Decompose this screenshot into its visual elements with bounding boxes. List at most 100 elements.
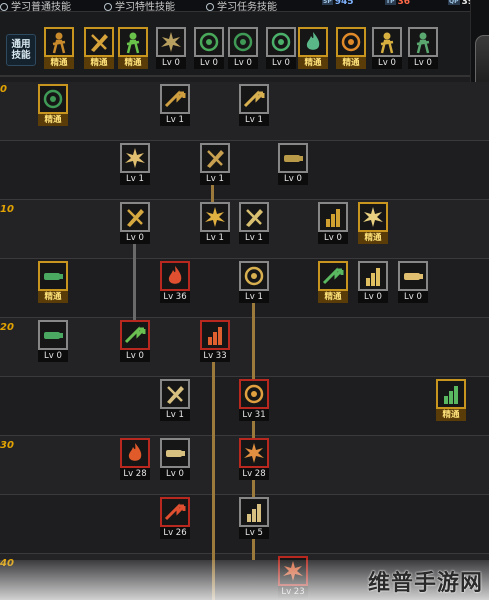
tree-connector [133, 232, 136, 322]
pistol-skill[interactable]: Lv 0 [38, 320, 68, 362]
skill-icon-frame [372, 27, 402, 57]
skill-level-caption: Lv 33 [200, 350, 230, 362]
tree-icon [360, 204, 386, 230]
boot-skill[interactable]: Lv 0 [398, 261, 428, 303]
cross-slash-skill[interactable]: Lv 0 [120, 202, 150, 244]
tab-quest-skills[interactable]: 学习任务技能 [206, 0, 277, 11]
skill-level-caption: 精通 [84, 57, 114, 69]
skill-level-caption: Lv 36 [160, 291, 190, 303]
common-skill-slot[interactable]: Lv 0 [408, 27, 438, 69]
skill-level-caption: Lv 0 [278, 173, 308, 185]
skill-icon-frame [84, 27, 114, 57]
spread-icon [162, 381, 188, 407]
common-skill-slot[interactable]: Lv 0 [228, 27, 258, 69]
common-skill-slot[interactable]: 精通 [298, 27, 328, 69]
common-skill-slot[interactable]: 精通 [336, 27, 366, 69]
blast-icon [241, 440, 267, 466]
shell-skill[interactable]: Lv 0 [120, 320, 150, 362]
common-skill-slot[interactable]: Lv 0 [372, 27, 402, 69]
blast-skill[interactable]: Lv 28 [239, 438, 269, 480]
spear-icon [202, 145, 228, 171]
swirl-skill[interactable]: 精通 [38, 84, 68, 126]
skill-level-caption: 精通 [436, 409, 466, 421]
skill-icon-frame [239, 202, 269, 232]
fortress-icon [202, 322, 228, 348]
skill-icon-frame [160, 497, 190, 527]
flare-icon [202, 204, 228, 230]
drill-icon [162, 499, 188, 525]
spirit-icon [300, 29, 326, 55]
drill-skill[interactable]: Lv 26 [160, 497, 190, 539]
common-skill-slot[interactable]: 精通 [118, 27, 148, 69]
skill-level-caption: 精通 [38, 291, 68, 303]
skill-level-caption: Lv 0 [408, 57, 438, 69]
skill-level-caption: 精通 [298, 57, 328, 69]
tab-normal-skills[interactable]: 学习普通技能 [0, 0, 71, 11]
figure-icon [268, 29, 294, 55]
skill-icon-frame [156, 27, 186, 57]
skill-icon-frame [298, 27, 328, 57]
spread-skill[interactable]: Lv 1 [160, 379, 190, 421]
kick-skill[interactable]: Lv 1 [239, 84, 269, 126]
skill-icon-frame [408, 27, 438, 57]
cannon-icon [280, 145, 306, 171]
skill-icon-frame [239, 84, 269, 114]
bomb-skill[interactable]: Lv 31 [239, 379, 269, 421]
skill-level-caption: Lv 0 [38, 350, 68, 362]
skill-level-caption: Lv 1 [200, 173, 230, 185]
stack-skill[interactable]: 精通 [436, 379, 466, 421]
satellite-skill[interactable]: Lv 5 [239, 497, 269, 539]
missile-skill[interactable]: Lv 0 [160, 438, 190, 480]
skill-level-caption: Lv 1 [160, 409, 190, 421]
skill-level-caption: Lv 1 [239, 232, 269, 244]
fortress-skill[interactable]: Lv 33 [200, 320, 230, 362]
tree-row: 20 [0, 318, 489, 377]
skill-level-caption: Lv 1 [239, 291, 269, 303]
uppercut-skill[interactable]: Lv 1 [160, 84, 190, 126]
skill-level-caption: Lv 28 [120, 468, 150, 480]
cannon-skill[interactable]: Lv 0 [278, 143, 308, 185]
blade-icon [86, 29, 112, 55]
crosshair-icon [230, 29, 256, 55]
grenade-skill[interactable]: Lv 1 [239, 261, 269, 303]
skill-icon-frame [38, 261, 68, 291]
gun-skill[interactable]: 精通 [38, 261, 68, 303]
rocket-skill[interactable]: Lv 36 [160, 261, 190, 303]
skill-level-caption: 精通 [118, 57, 148, 69]
common-skill-slot[interactable]: Lv 0 [266, 27, 296, 69]
banner-skill[interactable]: Lv 0 [358, 261, 388, 303]
spiral-icon [338, 29, 364, 55]
common-skill-slot[interactable]: 精通 [84, 27, 114, 69]
common-skills-bar: 通用技能 精通 精通 精通 Lv 0 Lv 0 Lv 0 Lv 0 精通 精通 … [0, 12, 470, 77]
skill-icon-frame [266, 27, 296, 57]
flare-skill[interactable]: Lv 1 [200, 202, 230, 244]
common-skill-slot[interactable]: Lv 0 [156, 27, 186, 69]
level-label: 10 [0, 204, 14, 215]
skill-icon-frame [228, 27, 258, 57]
skill-icon-frame [120, 438, 150, 468]
skill-icon-frame [118, 27, 148, 57]
spear-skill[interactable]: Lv 1 [200, 143, 230, 185]
turret-skill[interactable]: Lv 0 [318, 202, 348, 244]
skill-level-caption: Lv 0 [156, 57, 186, 69]
skill-icon-frame [239, 497, 269, 527]
skill-level-caption: Lv 0 [398, 291, 428, 303]
tree-skill[interactable]: 精通 [358, 202, 388, 244]
skill-icon-frame [436, 379, 466, 409]
level-label: 20 [0, 322, 14, 333]
flame-skill[interactable]: Lv 28 [120, 438, 150, 480]
skill-level-caption: Lv 0 [318, 232, 348, 244]
burst-skill[interactable]: Lv 1 [120, 143, 150, 185]
bomb-icon [241, 381, 267, 407]
dash-skill[interactable]: 精通 [318, 261, 348, 303]
skill-tab-bar: 学习普通技能 学习特性技能 学习任务技能 SP945 TP36 QP3974 [0, 0, 489, 12]
skill-icon-frame [200, 202, 230, 232]
skill-level-caption: Lv 1 [120, 173, 150, 185]
skill-level-caption: Lv 0 [194, 57, 224, 69]
skill-icon-frame [194, 27, 224, 57]
arrow-skill[interactable]: Lv 1 [239, 202, 269, 244]
common-skill-slot[interactable]: 精通 [44, 27, 74, 69]
target-icon [196, 29, 222, 55]
tab-trait-skills[interactable]: 学习特性技能 [104, 0, 175, 11]
common-skill-slot[interactable]: Lv 0 [194, 27, 224, 69]
